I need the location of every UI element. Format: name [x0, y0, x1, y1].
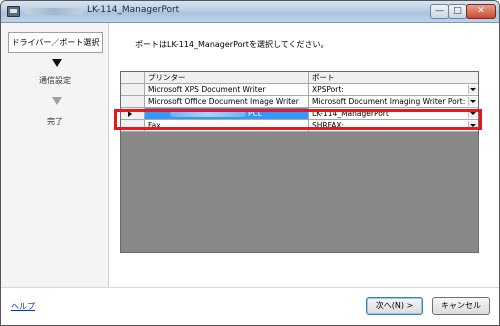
column-header-printer[interactable]: プリンター — [145, 72, 309, 84]
printer-icon — [7, 6, 20, 17]
minimize-button[interactable]: — — [430, 4, 449, 19]
footer-divider — [1, 287, 499, 288]
selection-highlight-frame — [114, 109, 482, 130]
redacted-title-prefix — [25, 8, 83, 15]
printer-cell[interactable]: Microsoft Office Document Image Writer — [145, 96, 309, 108]
instruction-text: ポートはLK-114_ManagerPortを選択してください。 — [135, 40, 329, 49]
printer-cell[interactable]: Microsoft XPS Document Writer — [145, 84, 309, 96]
column-header-port[interactable]: ポート — [309, 72, 478, 84]
title-bar[interactable]: LK-114_ManagerPort — □ ✕ — [1, 1, 499, 23]
step-driver-port: ドライバー／ポート選択 — [8, 32, 103, 53]
port-select[interactable]: XPSPort: — [309, 84, 478, 96]
wizard-window: LK-114_ManagerPort — □ ✕ ドライバー／ポート選択 通信設… — [0, 0, 500, 326]
chevron-down-icon[interactable] — [468, 97, 477, 106]
port-value: Microsoft Document Imaging Writer Port: — [312, 97, 466, 106]
help-link[interactable]: ヘルプ — [11, 301, 35, 312]
table-row[interactable]: Microsoft Office Document Image Writer M… — [121, 96, 478, 108]
row-header[interactable] — [121, 96, 145, 108]
maximize-button[interactable]: □ — [448, 4, 467, 19]
table-row[interactable]: Microsoft XPS Document Writer XPSPort: — [121, 84, 478, 96]
arrow-down-icon — [52, 59, 62, 67]
window-title: LK-114_ManagerPort — [87, 5, 180, 15]
step-complete: 完了 — [47, 117, 63, 126]
printer-port-grid: プリンター ポート Microsoft XPS Document Writer … — [120, 71, 479, 253]
cancel-button[interactable]: キャンセル — [432, 297, 490, 315]
steps-sidebar: ドライバー／ポート選択 通信設定 完了 — [1, 23, 109, 287]
arrow-down-icon — [52, 97, 62, 105]
grid-header: プリンター ポート — [121, 72, 478, 84]
row-header[interactable] — [121, 84, 145, 96]
port-value: XPSPort: — [312, 85, 344, 94]
step-communication: 通信設定 — [39, 76, 71, 85]
chevron-down-icon[interactable] — [468, 85, 477, 94]
close-button[interactable]: ✕ — [466, 4, 496, 19]
next-button[interactable]: 次へ(N) > — [366, 297, 423, 315]
port-select[interactable]: Microsoft Document Imaging Writer Port: — [309, 96, 478, 108]
row-header-corner — [121, 72, 145, 84]
